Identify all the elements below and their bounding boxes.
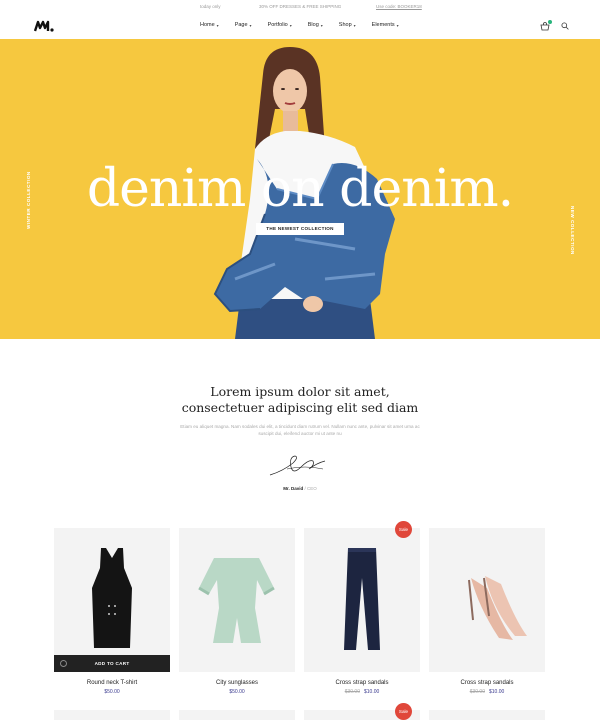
main-menu: Home ▾ Page ▾ Portfolio ▾ Blog ▾ Shop ▾ Eleme… xyxy=(200,22,399,28)
product-image[interactable]: ADD TO CART xyxy=(54,528,170,672)
about-text: Etiam eu aliquet magna. Nam sodales dui … xyxy=(180,424,420,436)
author-role: / CEO xyxy=(304,486,317,491)
product-card[interactable]: Cross strap sandals $30.00 $10.00 xyxy=(304,528,420,695)
product-price: $30.00 $10.00 xyxy=(469,689,505,695)
dress-image xyxy=(92,548,132,648)
trousers-image xyxy=(344,548,380,650)
promo-code-link[interactable]: Use code: BOOKER18 xyxy=(376,4,422,9)
heels-image xyxy=(468,576,527,640)
announcement-center: 30% OFF DRESSES & FREE SHIPPING xyxy=(259,4,342,9)
nav-item-shop[interactable]: Shop ▾ xyxy=(339,22,356,28)
product-image[interactable] xyxy=(429,528,545,672)
nav-item-elements[interactable]: Elements ▾ xyxy=(372,22,399,28)
nav-item-page[interactable]: Page ▾ xyxy=(235,22,252,28)
hero-headline: denim on denim. xyxy=(86,159,514,219)
chevron-down-icon: ▾ xyxy=(249,22,252,28)
product-image[interactable] xyxy=(304,528,420,672)
chevron-down-icon: ▾ xyxy=(320,22,323,28)
cart-badge xyxy=(548,20,552,24)
product-card[interactable] xyxy=(429,710,545,720)
product-price: $30.00 $10.00 xyxy=(344,689,380,695)
quick-view-icon[interactable] xyxy=(60,660,67,667)
product-name[interactable]: Cross strap sandals xyxy=(304,680,420,686)
announcement-left: today only xyxy=(200,4,221,9)
main-navigation: Home ▾ Page ▾ Portfolio ▾ Blog ▾ Shop ▾ Eleme… xyxy=(0,14,600,39)
announcement-bar: today only 30% OFF DRESSES & FREE SHIPPI… xyxy=(0,0,600,14)
chevron-down-icon: ▾ xyxy=(289,22,292,28)
product-card[interactable]: City sunglasses $50.00 xyxy=(179,528,295,695)
product-name[interactable]: City sunglasses xyxy=(179,680,295,686)
newest-collection-button[interactable]: THE NEWEST COLLECTION xyxy=(256,223,344,235)
product-card[interactable]: ADD TO CART Round neck T-shirt $50.00 xyxy=(54,528,170,695)
product-name[interactable]: Cross strap sandals xyxy=(429,680,545,686)
chevron-down-icon: ▾ xyxy=(353,22,356,28)
nav-item-home[interactable]: Home ▾ xyxy=(200,22,219,28)
nav-item-portfolio[interactable]: Portfolio ▾ xyxy=(268,22,292,28)
product-price: $50.00 xyxy=(104,689,120,695)
about-title: Lorem ipsum dolor sit amet, consectetuer… xyxy=(181,384,419,415)
search-icon[interactable] xyxy=(561,22,569,30)
sale-badge: Sale xyxy=(395,521,412,538)
add-to-cart-button[interactable]: ADD TO CART xyxy=(54,655,170,672)
sale-badge: Sale xyxy=(395,703,412,720)
hero-banner: denim on denim. THE NEWEST COLLECTION WI… xyxy=(0,39,600,339)
product-name[interactable]: Round neck T-shirt xyxy=(54,680,170,686)
brand-logo[interactable] xyxy=(34,20,54,32)
product-card[interactable] xyxy=(179,710,295,720)
signature-image xyxy=(269,455,326,476)
chevron-down-icon: ▾ xyxy=(396,22,399,28)
side-label-left[interactable]: WINTER COLLECTION xyxy=(26,171,31,229)
nav-item-blog[interactable]: Blog ▾ xyxy=(308,22,323,28)
author-name: Mr. David xyxy=(283,486,304,491)
product-price: $50.00 xyxy=(229,689,245,695)
author-credit: Mr. David / CEO xyxy=(0,486,600,491)
product-image[interactable] xyxy=(179,528,295,672)
side-label-right[interactable]: NEW COLLECTION xyxy=(570,206,575,255)
product-card[interactable] xyxy=(54,710,170,720)
product-card[interactable]: Cross strap sandals $30.00 $10.00 xyxy=(429,528,545,695)
romper-image xyxy=(198,558,275,643)
chevron-down-icon: ▾ xyxy=(216,22,219,28)
